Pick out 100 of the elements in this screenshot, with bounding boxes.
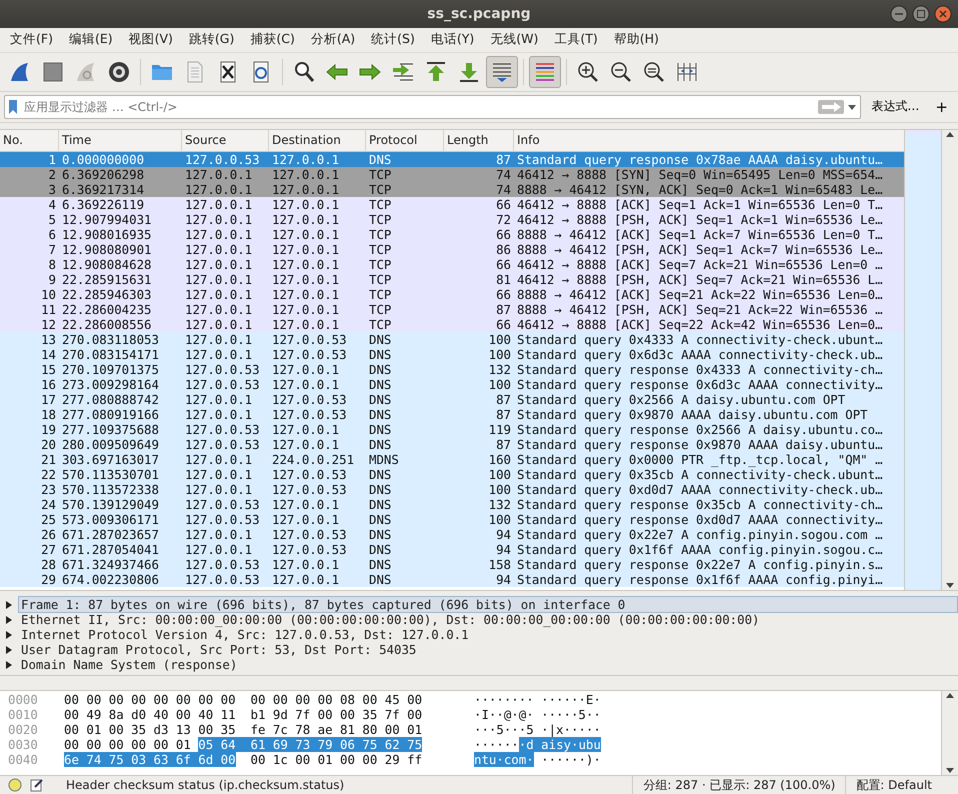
packet-row[interactable]: 16 273.009298164 127.0.0.53 127.0.0.1 DNS 100 Standard query response 0x6d3c AAAA connectivity… xyxy=(0,376,904,392)
table-cell-text: 94 xyxy=(495,542,512,557)
expression-button[interactable]: 表达式… xyxy=(865,96,926,118)
bookmark-icon[interactable] xyxy=(8,98,18,115)
table-cell-text: 72 xyxy=(495,212,512,227)
table-cell-text: DNS xyxy=(368,526,392,542)
packet-row[interactable]: 11 22.286004235 127.0.0.1 127.0.0.1 TCP 87 8888 → 46412 [PSH, ACK] Seq=21 Ack=22 Win=65536 … xyxy=(0,302,904,317)
profile-label[interactable]: 配置: Default xyxy=(856,776,932,794)
scroll-down-icon[interactable] xyxy=(945,582,956,590)
column-header[interactable]: Protocol xyxy=(366,130,444,151)
packet-row[interactable]: 24 570.139129049 127.0.0.53 127.0.0.1 DNS 132 Standard query response 0x35cb A connectivity-ch… xyxy=(0,496,904,512)
column-header[interactable]: Length xyxy=(444,130,514,151)
packet-row[interactable]: 26 671.287023657 127.0.0.1 127.0.0.53 DNS 94 Standard query 0x22e7 A config.pinyin.sogou.com … xyxy=(0,526,904,542)
autoscroll-button[interactable] xyxy=(486,56,518,88)
packet-row[interactable]: 17 277.080888742 127.0.0.1 127.0.0.53 DNS 87 Standard query 0x2566 A daisy.ubuntu.com OPT xyxy=(0,392,904,407)
packet-row[interactable]: 29 674.002230806 127.0.0.53 127.0.0.1 DNS 94 Standard query response 0x1f6f AAAA config.pinyi… xyxy=(0,572,904,587)
menu-item[interactable]: 电话(Y) xyxy=(422,31,482,48)
detail-row[interactable]: User Datagram Protocol, Src Port: 53, Dst Port: 54035 xyxy=(18,641,420,658)
add-filter-button[interactable]: + xyxy=(929,96,954,118)
menu-item[interactable]: 分析(A) xyxy=(302,31,364,48)
table-cell-text: 127.0.0.1 xyxy=(271,512,340,527)
menu-item[interactable]: 跳转(G) xyxy=(180,31,242,48)
column-header[interactable]: Source xyxy=(182,130,269,151)
caret-right-icon[interactable] xyxy=(4,630,14,640)
column-header[interactable]: No. xyxy=(0,130,59,151)
scroll-up-icon[interactable] xyxy=(945,691,955,700)
menu-item[interactable]: 编辑(E) xyxy=(60,31,121,48)
detail-row[interactable]: Frame 1: 87 bytes on wire (696 bits), 87 bytes captured (696 bits) on interface 0 xyxy=(18,596,958,614)
search-icon xyxy=(292,60,316,84)
table-cell-text: 127.0.0.53 xyxy=(271,482,348,497)
table-cell-text: 27 xyxy=(40,542,57,557)
table-cell-text: 0.000000000 xyxy=(61,152,146,167)
caret-right-icon[interactable] xyxy=(4,600,14,610)
packet-row[interactable]: 12 22.286008556 127.0.0.1 127.0.0.1 TCP 66 46412 → 8888 [ACK] Seq=22 Ack=42 Win=65536 Len=0… xyxy=(0,316,904,332)
packet-row[interactable]: 6 12.908016935 127.0.0.1 127.0.0.1 TCP 66 8888 → 46412 [ACK] Seq=1 Ack=7 Win=65536 Len=0 T… xyxy=(0,226,904,242)
byte-offset: 0030 xyxy=(7,737,39,752)
detail-row[interactable]: Domain Name System (response) xyxy=(18,656,240,674)
packet-row[interactable]: 15 270.109701375 127.0.0.53 127.0.0.1 DNS 132 Standard query response 0x4333 A connectivity-ch… xyxy=(0,362,904,377)
packet-row[interactable]: 28 671.324937466 127.0.0.53 127.0.0.1 DNS 158 Standard query response 0x22e7 A config.pinyin.s… xyxy=(0,556,904,572)
caret-right-icon[interactable] xyxy=(4,644,14,655)
table-cell-text: 127.0.0.1 xyxy=(271,436,340,452)
edit-note-icon[interactable] xyxy=(30,778,44,792)
table-cell-text: DNS xyxy=(368,362,392,377)
packet-row[interactable]: 21 303.697163017 127.0.0.1 224.0.0.251 MDNS 160 Standard query 0x0000 PTR _ftp._tcp.local, "QM" … xyxy=(0,452,904,467)
scroll-bar[interactable] xyxy=(941,691,958,776)
packet-row[interactable]: 10 22.285946303 127.0.0.1 127.0.0.1 TCP 66 8888 → 46412 [ACK] Seq=21 Ack=22 Win=65536 Len=0… xyxy=(0,286,904,302)
table-cell-text: 12.907994031 xyxy=(61,212,153,227)
packet-row[interactable]: 5 12.907994031 127.0.0.1 127.0.0.1 TCP 72 46412 → 8888 [PSH, ACK] Seq=1 Ack=1 Win=65536 Le… xyxy=(0,212,904,227)
detail-row[interactable]: Ethernet II, Src: 00:00:00_00:00:00 (00:00:00:00:00:00), Dst: 00:00:00_00:00:00 (00:00:00:00:00:00) xyxy=(18,611,763,628)
packet-row[interactable]: 7 12.908080901 127.0.0.1 127.0.0.1 TCP 86 8888 → 46412 [PSH, ACK] Seq=1 Ack=7 Win=65536 Le… xyxy=(0,242,904,257)
packet-row[interactable]: 20 280.009509649 127.0.0.53 127.0.0.1 DNS 87 Standard query response 0x9870 AAAA daisy.ubuntu… xyxy=(0,436,904,452)
column-header[interactable]: Destination xyxy=(269,130,366,151)
packet-row[interactable]: 1 0.000000000 127.0.0.53 127.0.0.1 DNS 87 Standard query response 0x78ae AAAA daisy.ubuntu… xyxy=(0,152,904,167)
packet-row[interactable]: 27 671.287054041 127.0.0.1 127.0.0.53 DNS 94 Standard query 0x1f6f AAAA config.pinyin.sogou.c… xyxy=(0,542,904,557)
detail-row[interactable]: Internet Protocol Version 4, Src: 127.0.0.53, Dst: 127.0.0.1 xyxy=(18,626,472,644)
packet-row[interactable]: 4 6.369226119 127.0.0.1 127.0.0.1 TCP 66 46412 → 8888 [ACK] Seq=1 Ack=1 Win=65536 Len=0 T… xyxy=(0,196,904,212)
menu-item[interactable]: 统计(S) xyxy=(363,31,423,48)
packet-row[interactable]: 8 12.908084628 127.0.0.1 127.0.0.1 TCP 66 46412 → 8888 [ACK] Seq=7 Ack=21 Win=65536 Len=0 … xyxy=(0,256,904,272)
menu-item[interactable]: 工具(T) xyxy=(546,31,606,48)
table-cell-text: 94 xyxy=(495,526,512,542)
packet-row[interactable]: 9 22.285915631 127.0.0.1 127.0.0.1 TCP 81 46412 → 8888 [PSH, ACK] Seq=7 Ack=21 Win=65536 L… xyxy=(0,272,904,287)
hex-bytes: 05 64 61 69 73 79 06 75 62 75 xyxy=(198,737,422,752)
table-cell-text: DNS xyxy=(368,496,392,512)
packet-row[interactable]: 23 570.113572338 127.0.0.1 127.0.0.53 DNS 100 Standard query 0xd0d7 AAAA connectivity-check.ub… xyxy=(0,482,904,497)
packet-row[interactable]: 2 6.369206298 127.0.0.1 127.0.0.1 TCP 74 46412 → 8888 [SYN] Seq=0 Win=65495 Len=0 MSS=654… xyxy=(0,166,904,182)
colorize-button[interactable] xyxy=(529,56,561,88)
scroll-up-icon[interactable] xyxy=(945,130,956,138)
table-cell-text: 127.0.0.1 xyxy=(184,256,254,272)
table-cell-text: Standard query 0x9870 AAAA daisy.ubuntu.com OPT xyxy=(516,406,869,422)
caret-right-icon[interactable] xyxy=(4,660,14,670)
table-cell-text: 277.080919166 xyxy=(61,406,160,422)
table-cell-text: 127.0.0.1 xyxy=(271,496,340,512)
packet-row[interactable]: 14 270.083154171 127.0.0.1 127.0.0.53 DNS 100 Standard query 0x6d3c AAAA connectivity-check.ub… xyxy=(0,346,904,362)
display-filter-field[interactable]: 应用显示过滤器 … <Ctrl-/> xyxy=(4,94,862,119)
table-cell-text: 270.083118053 xyxy=(61,332,160,347)
status-dot-icon[interactable] xyxy=(8,778,22,792)
menu-item[interactable]: 视图(V) xyxy=(120,31,181,48)
packet-row[interactable]: 19 277.109375688 127.0.0.53 127.0.0.1 DNS 119 Standard query response 0x2566 A daisy.ubuntu.co… xyxy=(0,422,904,437)
table-cell-text: 127.0.0.1 xyxy=(271,256,340,272)
table-cell-text: 15 xyxy=(40,362,57,377)
packet-row[interactable]: 22 570.113530701 127.0.0.1 127.0.0.53 DNS 100 Standard query 0x35cb A connectivity-check.ubunt… xyxy=(0,466,904,482)
table-cell-text: 22.285915631 xyxy=(61,272,153,287)
table-cell-text: 674.002230806 xyxy=(61,572,160,587)
column-header[interactable]: Time xyxy=(59,130,182,151)
table-cell-text: 24 xyxy=(40,496,57,512)
minimize-icon[interactable] xyxy=(890,5,908,23)
menu-item[interactable]: 文件(F) xyxy=(2,31,61,48)
hex-bytes: 00 01 00 35 d3 13 00 35 fe 7c 78 ae 81 80 00 01 xyxy=(64,722,422,738)
scroll-down-icon[interactable] xyxy=(945,767,955,776)
packet-row[interactable]: 13 270.083118053 127.0.0.1 127.0.0.53 DNS 100 Standard query 0x4333 A connectivity-check.ubunt… xyxy=(0,332,904,347)
filter-input[interactable]: 应用显示过滤器 … <Ctrl-/> xyxy=(21,100,818,114)
menu-item[interactable]: 帮助(H) xyxy=(606,31,667,48)
packet-row[interactable]: 18 277.080919166 127.0.0.1 127.0.0.53 DNS 87 Standard query 0x9870 AAAA daisy.ubuntu.com OPT xyxy=(0,406,904,422)
menu-item[interactable]: 无线(W) xyxy=(482,31,546,48)
packet-row[interactable]: 3 6.369217314 127.0.0.1 127.0.0.1 TCP 74 8888 → 46412 [SYN, ACK] Seq=0 Ack=1 Win=65483 Le… xyxy=(0,182,904,197)
caret-right-icon[interactable] xyxy=(4,614,14,625)
maximize-icon[interactable] xyxy=(912,5,930,23)
menu-item[interactable]: 捕获(C) xyxy=(242,31,303,48)
packet-row[interactable]: 25 573.009306171 127.0.0.53 127.0.0.1 DNS 100 Standard query response 0xd0d7 AAAA connectivity… xyxy=(0,512,904,527)
close-icon[interactable] xyxy=(934,5,952,23)
